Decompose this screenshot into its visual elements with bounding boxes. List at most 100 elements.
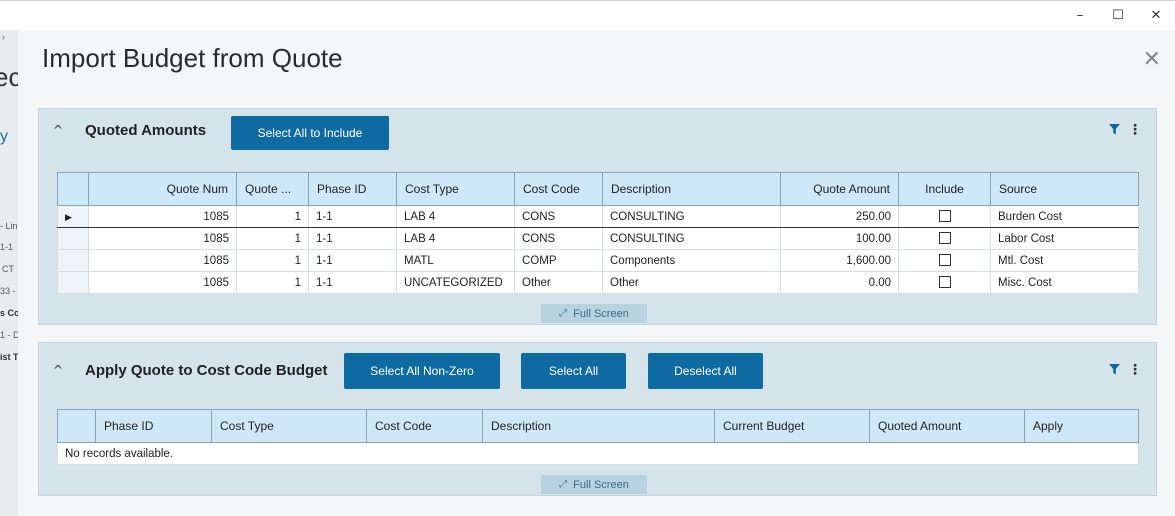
column-header[interactable]: Description	[482, 409, 715, 443]
select-all-button[interactable]: Select All	[521, 353, 626, 389]
column-header[interactable]: Description	[602, 172, 781, 206]
full-screen-button[interactable]: ⤢ Full Screen	[541, 475, 647, 494]
phase-id-cell: 1-1	[308, 205, 397, 228]
column-header[interactable]: Cost Type	[396, 172, 515, 206]
cost-code-cell: CONS	[514, 227, 603, 250]
quote-num-cell: 1085	[88, 249, 237, 272]
cost-code-cell: COMP	[514, 249, 603, 272]
quoted-amounts-table: Quote Num Quote ... Phase ID Cost Type C…	[57, 172, 1139, 294]
close-window-button[interactable]: ✕	[1137, 0, 1175, 30]
apply-quote-table: Phase ID Cost Type Cost Code Description…	[57, 409, 1139, 465]
quote-amount-cell: 250.00	[780, 205, 899, 228]
window-top-border	[0, 0, 1175, 1]
column-header[interactable]: Phase ID	[95, 409, 212, 443]
include-cell	[898, 249, 991, 272]
column-header[interactable]: Quote Num	[88, 172, 237, 206]
row-indicator	[57, 249, 89, 272]
panel-header: ^ Apply Quote to Cost Code Budget Select…	[39, 343, 1156, 395]
quote-cell: 1	[236, 227, 309, 250]
column-header[interactable]: Include	[898, 172, 991, 206]
column-header[interactable]: Apply	[1024, 409, 1139, 443]
minimize-button[interactable]: –	[1061, 0, 1099, 30]
quote-amount-cell: 0.00	[780, 271, 899, 294]
quote-amount-cell: 1,600.00	[780, 249, 899, 272]
quote-amount-cell: 100.00	[780, 227, 899, 250]
column-header-indicator	[57, 172, 89, 206]
background-line: 33 - C	[0, 286, 18, 296]
table-row[interactable]: 1085 1 1-1 MATL COMP Components 1,600.00…	[57, 249, 1139, 272]
cost-type-cell: UNCATEGORIZED	[396, 271, 515, 294]
background-line: s Co	[0, 308, 18, 318]
table-row[interactable]: 1085 1 1-1 UNCATEGORIZED Other Other 0.0…	[57, 271, 1139, 294]
expand-icon: ⤢	[559, 479, 568, 490]
collapse-chevron-icon[interactable]: ^	[53, 363, 63, 377]
quote-cell: 1	[236, 249, 309, 272]
deselect-all-button[interactable]: Deselect All	[648, 353, 763, 389]
table-row[interactable]: 1085 1 1-1 LAB 4 CONS CONSULTING 100.00 …	[57, 227, 1139, 250]
collapse-chevron-icon[interactable]: ^	[53, 123, 63, 137]
column-header[interactable]: Quoted Amount	[869, 409, 1025, 443]
more-options-icon[interactable]: ⋮	[1128, 362, 1142, 378]
description-cell: Components	[602, 249, 781, 272]
row-indicator	[57, 271, 89, 294]
column-header[interactable]: Quote Amount	[780, 172, 899, 206]
panel-header: ^ Quoted Amounts Select All to Include ⋮	[39, 109, 1156, 151]
breadcrumb-chevron-icon: ›	[2, 32, 5, 42]
column-header[interactable]: Cost Code	[514, 172, 603, 206]
full-screen-label: Full Screen	[573, 478, 629, 491]
phase-id-cell: 1-1	[308, 227, 397, 250]
quote-cell: 1	[236, 271, 309, 294]
background-line: ist T	[0, 352, 18, 362]
column-header[interactable]: Cost Type	[211, 409, 367, 443]
include-cell	[898, 271, 991, 294]
table-header-row: Phase ID Cost Type Cost Code Description…	[57, 409, 1139, 443]
column-header[interactable]: Cost Code	[366, 409, 483, 443]
column-header[interactable]: Phase ID	[308, 172, 397, 206]
description-cell: CONSULTING	[602, 205, 781, 228]
cost-type-cell: MATL	[396, 249, 515, 272]
background-line: - Lin	[0, 221, 18, 231]
filter-icon[interactable]	[1109, 124, 1120, 135]
dialog-title: Import Budget from Quote	[42, 43, 343, 73]
column-header[interactable]: Quote ...	[236, 172, 309, 206]
cost-type-cell: LAB 4	[396, 227, 515, 250]
window-controls: – ☐ ✕	[1061, 0, 1175, 30]
include-cell	[898, 205, 991, 228]
column-header[interactable]: Source	[990, 172, 1139, 206]
filter-icon[interactable]	[1109, 364, 1120, 375]
select-column-header[interactable]	[57, 409, 96, 443]
import-budget-dialog: Import Budget from Quote ✕ ^ Quoted Amou…	[18, 30, 1175, 516]
include-checkbox[interactable]	[938, 210, 951, 223]
panel-title: Quoted Amounts	[85, 122, 207, 139]
apply-quote-panel: ^ Apply Quote to Cost Code Budget Select…	[38, 342, 1157, 496]
no-records-message: No records available.	[57, 442, 1139, 465]
include-checkbox[interactable]	[938, 232, 951, 245]
phase-id-cell: 1-1	[308, 249, 397, 272]
column-header[interactable]: Current Budget	[714, 409, 870, 443]
full-screen-button[interactable]: ⤢ Full Screen	[541, 304, 647, 323]
table-header-row: Quote Num Quote ... Phase ID Cost Type C…	[57, 172, 1139, 206]
select-all-to-include-button[interactable]: Select All to Include	[231, 116, 389, 150]
background-link: y	[0, 128, 8, 145]
cost-code-cell: Other	[514, 271, 603, 294]
select-all-non-zero-button[interactable]: Select All Non-Zero	[344, 353, 500, 389]
include-checkbox[interactable]	[938, 254, 951, 267]
quote-num-cell: 1085	[88, 271, 237, 294]
cost-type-cell: LAB 4	[396, 205, 515, 228]
maximize-button[interactable]: ☐	[1099, 0, 1137, 30]
phase-id-cell: 1-1	[308, 271, 397, 294]
table-row[interactable]: ▶ 1085 1 1-1 LAB 4 CONS CONSULTING 250.0…	[57, 205, 1139, 228]
background-line: CT	[2, 264, 14, 274]
quote-cell: 1	[236, 205, 309, 228]
full-screen-label: Full Screen	[573, 307, 629, 320]
row-indicator	[57, 227, 89, 250]
include-checkbox[interactable]	[938, 276, 951, 289]
background-title: ect	[0, 62, 18, 92]
close-icon[interactable]: ✕	[1143, 47, 1161, 72]
source-cell: Misc. Cost	[990, 271, 1139, 294]
more-options-icon[interactable]: ⋮	[1128, 122, 1142, 138]
quote-num-cell: 1085	[88, 227, 237, 250]
description-cell: Other	[602, 271, 781, 294]
empty-row: No records available.	[57, 442, 1139, 465]
background-line: 1 - De	[0, 330, 18, 340]
